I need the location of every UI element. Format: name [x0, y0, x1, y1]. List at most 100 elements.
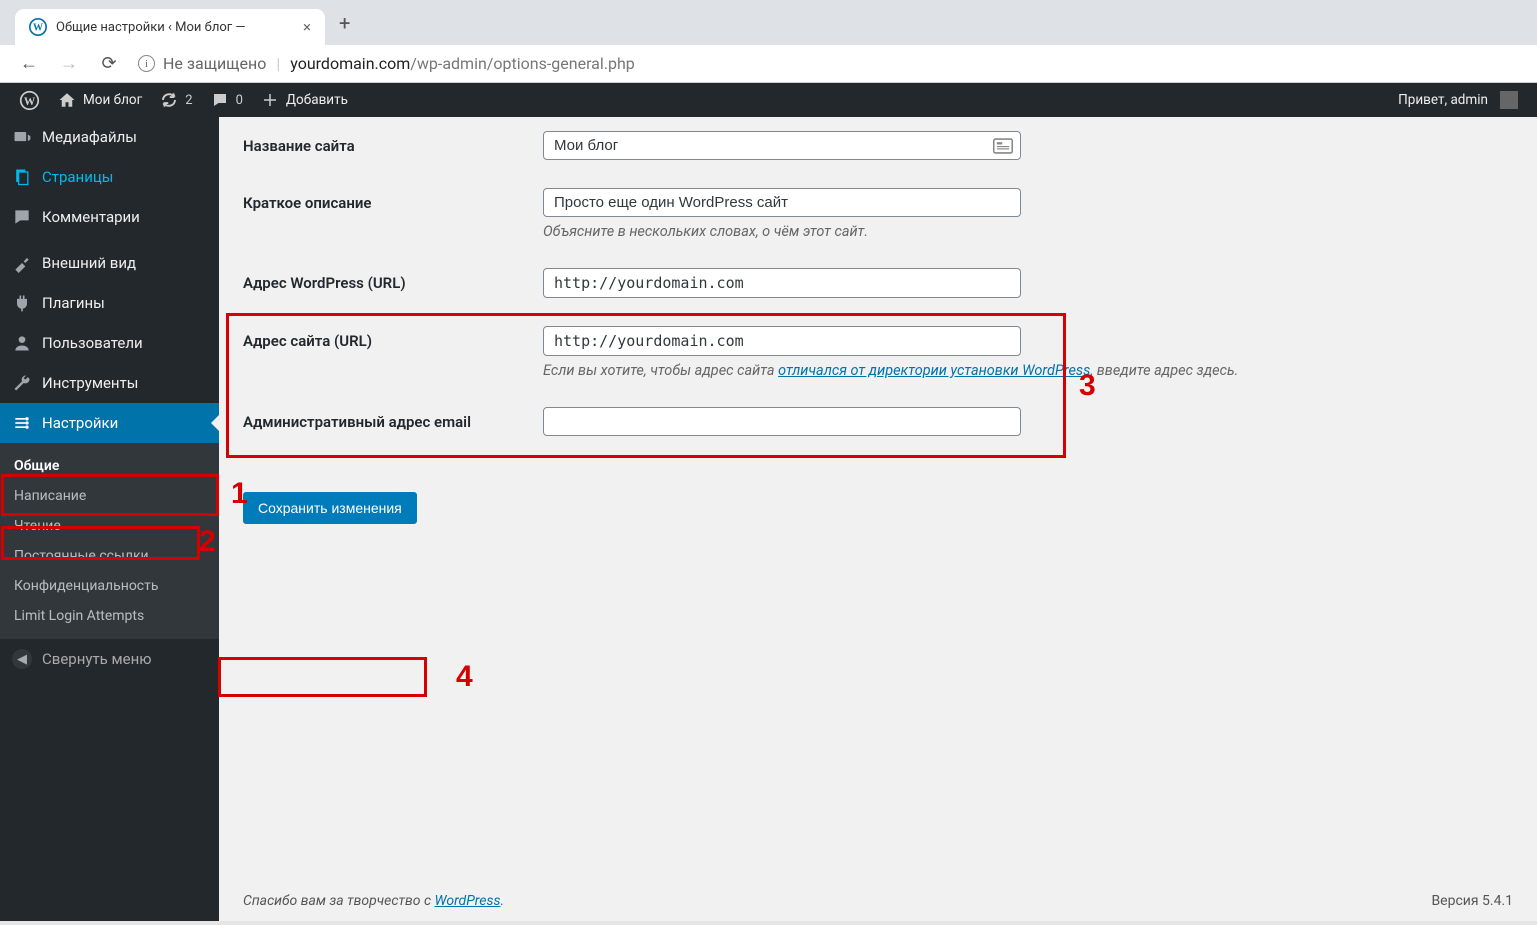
admin-email-input[interactable] [543, 407, 1021, 436]
sidebar-item-appearance[interactable]: Внешний вид [0, 243, 219, 283]
info-icon: i [138, 55, 155, 72]
media-icon [12, 127, 32, 147]
submenu-item-general[interactable]: Общие [0, 451, 219, 481]
sidebar-item-pages[interactable]: Страницы [0, 157, 219, 197]
url-path: /wp-admin/options-general.php [410, 54, 634, 73]
new-label: Добавить [286, 92, 348, 108]
sidebar-item-media[interactable]: Медиафайлы [0, 117, 219, 157]
site-url-help-link[interactable]: отличался от директории установки WordPr… [778, 362, 1090, 379]
admin-footer: Спасибо вам за творчество с WordPress. В… [243, 875, 1513, 921]
row-wp-url: Адрес WordPress (URL) [243, 254, 1513, 312]
comment-icon [211, 91, 229, 109]
security-label: Не защищено [163, 54, 266, 73]
updates-menu[interactable]: 2 [151, 83, 201, 117]
back-button[interactable]: ← [18, 53, 40, 74]
sidebar-item-settings[interactable]: Настройки [0, 403, 219, 443]
wp-url-label: Адрес WordPress (URL) [243, 268, 543, 292]
sidebar-item-comments[interactable]: Комментарии [0, 197, 219, 237]
admin-sidebar: Медиафайлы Страницы Комментарии Внешний … [0, 117, 219, 921]
settings-icon [12, 413, 32, 433]
wp-logo-menu[interactable]: W [10, 83, 49, 117]
svg-text:W: W [24, 95, 36, 107]
site-url-description: Если вы хотите, чтобы адрес сайта отлича… [543, 362, 1343, 379]
browser-chrome: W Общие настройки ‹ Мои блог — × + ← → ⟳… [0, 0, 1537, 83]
sidebar-item-users[interactable]: Пользователи [0, 323, 219, 363]
svg-text:W: W [33, 22, 43, 33]
footer-wordpress-link[interactable]: WordPress [435, 893, 501, 909]
save-button[interactable]: Сохранить изменения [243, 492, 417, 524]
new-tab-button[interactable]: + [339, 11, 350, 35]
forward-button[interactable]: → [58, 53, 80, 74]
autofill-icon [993, 138, 1013, 154]
update-icon [160, 91, 178, 109]
avatar [1500, 91, 1518, 109]
tab-title: Общие настройки ‹ Мои блог — [56, 20, 294, 35]
settings-content: Название сайта Краткое описание Объяснит… [219, 117, 1537, 921]
wordpress-icon: W [19, 90, 40, 111]
sidebar-item-label: Комментарии [42, 208, 140, 226]
url-domain: yourdomain.com [290, 54, 410, 73]
home-icon [58, 91, 76, 109]
annotation-box-4 [218, 657, 427, 697]
sidebar-item-label: Плагины [42, 294, 105, 312]
row-submit [243, 450, 1513, 484]
plugins-icon [12, 293, 32, 313]
close-tab-icon[interactable]: × [303, 18, 311, 36]
sidebar-item-label: Пользователи [42, 334, 143, 352]
greeting-label: Привет, admin [1398, 92, 1488, 108]
row-site-url: Адрес сайта (URL) Если вы хотите, чтобы … [243, 312, 1513, 393]
submenu-item-permalinks[interactable]: Постоянные ссылки [0, 541, 219, 571]
users-icon [12, 333, 32, 353]
sidebar-item-plugins[interactable]: Плагины [0, 283, 219, 323]
tools-icon [12, 373, 32, 393]
wp-url-input[interactable] [543, 268, 1021, 298]
footer-thanks: Спасибо вам за творчество с [243, 893, 435, 909]
submenu-item-privacy[interactable]: Конфиденциальность [0, 571, 219, 601]
sidebar-item-label: Внешний вид [42, 254, 136, 272]
row-site-title: Название сайта [243, 117, 1513, 174]
footer-version: Версия 5.4.1 [1431, 893, 1513, 909]
admin-email-label: Административный адрес email [243, 407, 543, 431]
sidebar-item-label: Медиафайлы [42, 128, 137, 146]
site-title-input[interactable] [543, 131, 1021, 160]
pages-icon [12, 167, 32, 187]
sidebar-item-tools[interactable]: Инструменты [0, 363, 219, 403]
comments-icon [12, 207, 32, 227]
row-tagline: Краткое описание Объясните в нескольких … [243, 174, 1513, 254]
submenu-item-reading[interactable]: Чтение [0, 511, 219, 541]
site-name-label: Мои блог [83, 92, 142, 108]
annotation-number-4: 4 [456, 660, 473, 694]
settings-submenu: Общие Написание Чтение Постоянные ссылки… [0, 443, 219, 639]
plus-icon [261, 91, 279, 109]
security-indicator[interactable]: i Не защищено [138, 54, 266, 73]
collapse-icon: ◀ [12, 649, 32, 669]
submenu-item-writing[interactable]: Написание [0, 481, 219, 511]
submenu-item-limit-login[interactable]: Limit Login Attempts [0, 601, 219, 631]
wp-admin-bar: W Мои блог 2 0 Добавить [0, 83, 1537, 117]
comments-menu[interactable]: 0 [202, 83, 252, 117]
browser-toolbar: ← → ⟳ i Не защищено | yourdomain.com/wp-… [0, 45, 1537, 83]
tab-strip: W Общие настройки ‹ Мои блог — × + [0, 0, 1537, 45]
tagline-input[interactable] [543, 188, 1021, 217]
updates-count: 2 [185, 93, 192, 108]
comments-count: 0 [236, 93, 243, 108]
sidebar-item-label: Инструменты [42, 374, 138, 392]
row-admin-email: Административный адрес email [243, 393, 1513, 450]
tagline-label: Краткое описание [243, 188, 543, 212]
reload-button[interactable]: ⟳ [98, 53, 120, 74]
site-url-label: Адрес сайта (URL) [243, 326, 543, 350]
new-content-menu[interactable]: Добавить [252, 83, 357, 117]
collapse-label: Свернуть меню [42, 650, 152, 668]
collapse-menu-button[interactable]: ◀ Свернуть меню [0, 639, 219, 679]
tagline-description: Объясните в нескольких словах, о чём это… [543, 223, 1343, 240]
site-url-input[interactable] [543, 326, 1021, 356]
wordpress-favicon: W [29, 18, 47, 36]
site-title-label: Название сайта [243, 131, 543, 155]
sidebar-item-label: Настройки [42, 414, 118, 432]
account-menu[interactable]: Привет, admin [1389, 83, 1527, 117]
site-name-menu[interactable]: Мои блог [49, 83, 151, 117]
appearance-icon [12, 253, 32, 273]
browser-tab[interactable]: W Общие настройки ‹ Мои блог — × [15, 9, 325, 45]
sidebar-item-label: Страницы [42, 168, 113, 186]
address-bar[interactable]: i Не защищено | yourdomain.com/wp-admin/… [138, 54, 1519, 73]
